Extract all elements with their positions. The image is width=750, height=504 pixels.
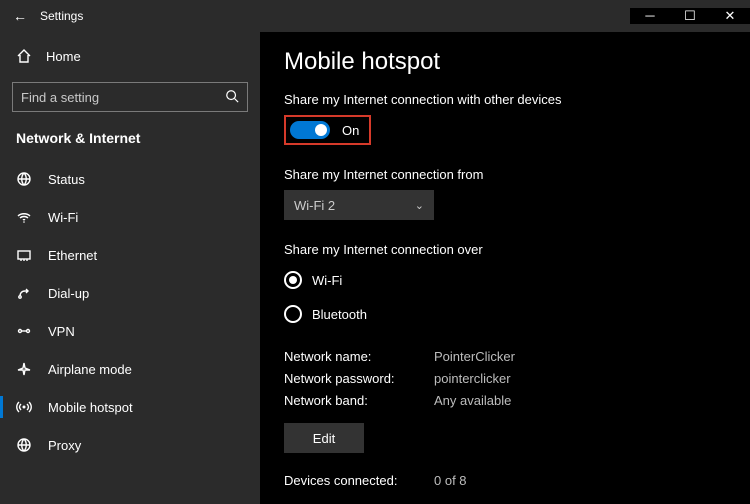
highlight-box: On <box>284 115 371 145</box>
devices-key: Devices connected: <box>284 473 434 495</box>
sidebar-item-proxy[interactable]: Proxy <box>0 426 260 464</box>
net-pass-key: Network password: <box>284 371 434 393</box>
sidebar-item-label: VPN <box>48 324 75 339</box>
devices-value: 0 of 8 <box>434 473 467 495</box>
sidebar-item-ethernet[interactable]: Ethernet <box>0 236 260 274</box>
dialup-icon <box>16 285 32 301</box>
search-placeholder: Find a setting <box>21 90 99 105</box>
sidebar-item-hotspot[interactable]: Mobile hotspot <box>0 388 260 426</box>
radio-bluetooth[interactable]: Bluetooth <box>284 299 726 329</box>
nav-home[interactable]: Home <box>0 38 260 74</box>
nav-home-label: Home <box>46 49 81 64</box>
share-toggle[interactable] <box>290 121 330 139</box>
net-pass-value: pointerclicker <box>434 371 511 393</box>
content-pane: Mobile hotspot Share my Internet connect… <box>260 32 750 504</box>
share-from-select[interactable]: Wi-Fi 2 ⌄ <box>284 190 434 220</box>
sidebar-item-label: Mobile hotspot <box>48 400 133 415</box>
toggle-state-text: On <box>342 123 359 138</box>
share-over-label: Share my Internet connection over <box>284 242 726 257</box>
chevron-down-icon: ⌄ <box>415 199 424 212</box>
sidebar-item-label: Status <box>48 172 85 187</box>
radio-indicator <box>284 305 302 323</box>
net-name-key: Network name: <box>284 349 434 371</box>
sidebar-item-status[interactable]: Status <box>0 160 260 198</box>
share-from-label: Share my Internet connection from <box>284 167 726 182</box>
sidebar-item-label: Dial-up <box>48 286 89 301</box>
airplane-icon <box>16 361 32 377</box>
net-band-key: Network band: <box>284 393 434 415</box>
hotspot-icon <box>16 399 32 415</box>
sidebar: Home Find a setting Network & Internet S… <box>0 32 260 504</box>
home-icon <box>16 48 32 64</box>
radio-wifi[interactable]: Wi-Fi <box>284 265 726 295</box>
search-icon <box>225 89 239 106</box>
page-title: Mobile hotspot <box>284 48 726 76</box>
minimize-button[interactable]: ─ <box>630 8 670 24</box>
back-button[interactable]: ← <box>0 8 40 24</box>
vpn-icon <box>16 323 32 339</box>
sidebar-item-wifi[interactable]: Wi-Fi <box>0 198 260 236</box>
net-band-value: Any available <box>434 393 511 415</box>
sidebar-item-airplane[interactable]: Airplane mode <box>0 350 260 388</box>
sidebar-item-dialup[interactable]: Dial-up <box>0 274 260 312</box>
window-title: Settings <box>40 9 83 23</box>
net-name-value: PointerClicker <box>434 349 515 371</box>
edit-button[interactable]: Edit <box>284 423 364 453</box>
radio-indicator <box>284 271 302 289</box>
proxy-icon <box>16 437 32 453</box>
share-from-value: Wi-Fi 2 <box>294 198 335 213</box>
radio-bt-label: Bluetooth <box>312 307 367 322</box>
sidebar-item-label: Airplane mode <box>48 362 132 377</box>
close-button[interactable]: ✕ <box>710 8 750 24</box>
radio-wifi-label: Wi-Fi <box>312 273 342 288</box>
sidebar-item-label: Wi-Fi <box>48 210 78 225</box>
share-toggle-label: Share my Internet connection with other … <box>284 92 726 107</box>
sidebar-item-label: Proxy <box>48 438 81 453</box>
wifi-icon <box>16 209 32 225</box>
sidebar-item-label: Ethernet <box>48 248 97 263</box>
category-title: Network & Internet <box>0 126 260 160</box>
search-input[interactable]: Find a setting <box>12 82 248 112</box>
globe-icon <box>16 171 32 187</box>
ethernet-icon <box>16 247 32 263</box>
sidebar-item-vpn[interactable]: VPN <box>0 312 260 350</box>
maximize-button[interactable]: ☐ <box>670 8 710 24</box>
